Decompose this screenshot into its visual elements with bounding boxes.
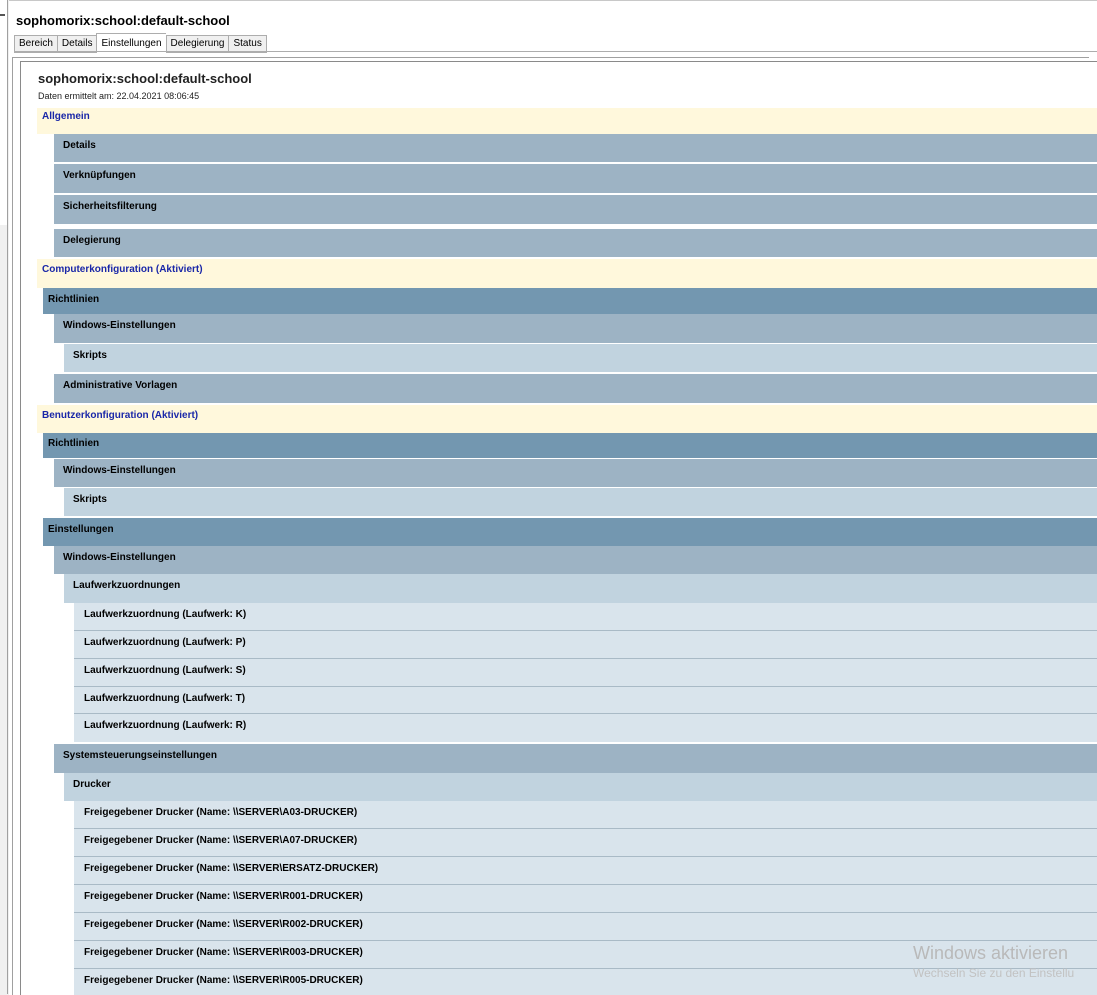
tab-bar: Bereich Details Einstellungen Delegierun… [14, 33, 267, 53]
heading-richtlinien[interactable]: Richtlinien [43, 433, 1097, 458]
heading-einstellungen[interactable]: Einstellungen [43, 518, 1097, 546]
heading-windows-einstellungen[interactable]: Windows-Einstellungen [54, 546, 1097, 574]
tab-einstellungen[interactable]: Einstellungen [96, 33, 166, 53]
shared-printer-item[interactable]: Freigegebener Drucker (Name: \\SERVER\A0… [74, 801, 1097, 829]
drive-mapping-item[interactable]: Laufwerkzuordnung (Laufwerk: R) [74, 714, 1097, 742]
section-computerkonfiguration[interactable]: Computerkonfiguration (Aktiviert) [37, 259, 1097, 288]
activation-watermark-text: Wechseln Sie zu den Einstellu [913, 966, 1075, 980]
section-allgemein[interactable]: Allgemein [37, 108, 1097, 134]
heading-skripts[interactable]: Skripts [64, 488, 1097, 516]
shared-printer-item[interactable]: Freigegebener Drucker (Name: \\SERVER\ER… [74, 857, 1097, 885]
drive-mapping-item[interactable]: Laufwerkzuordnung (Laufwerk: P) [74, 631, 1097, 659]
tab-divider [14, 51, 1097, 52]
drive-mapping-item[interactable]: Laufwerkzuordnung (Laufwerk: K) [74, 603, 1097, 631]
section-benutzerkonfiguration[interactable]: Benutzerkonfiguration (Aktiviert) [37, 405, 1097, 433]
heading-systemsteuerungseinstellungen[interactable]: Systemsteuerungseinstellungen [54, 744, 1097, 773]
tree-pane-edge [0, 0, 8, 225]
tree-pane-lower-edge [0, 225, 8, 994]
window-title: sophomorix:school:default-school [16, 13, 230, 28]
settings-report[interactable]: sophomorix:school:default-school Daten e… [20, 61, 1097, 995]
drive-mapping-item[interactable]: Laufwerkzuordnung (Laufwerk: S) [74, 659, 1097, 687]
left-pane-edge [0, 0, 9, 994]
heading-details[interactable]: Details [54, 134, 1097, 162]
heading-richtlinien[interactable]: Richtlinien [43, 288, 1097, 314]
shared-printer-item[interactable]: Freigegebener Drucker (Name: \\SERVER\R0… [74, 885, 1097, 913]
heading-laufwerkzuordnungen[interactable]: Laufwerkzuordnungen [64, 574, 1097, 603]
report-date: Daten ermittelt am: 22.04.2021 08:06:45 [38, 91, 200, 101]
report-title: sophomorix:school:default-school [38, 71, 252, 86]
collapse-marker-icon [0, 14, 5, 16]
heading-skripts[interactable]: Skripts [64, 344, 1097, 372]
shared-printer-item[interactable]: Freigegebener Drucker (Name: \\SERVER\R0… [74, 913, 1097, 941]
heading-windows-einstellungen[interactable]: Windows-Einstellungen [54, 314, 1097, 343]
heading-sicherheitsfilterung[interactable]: Sicherheitsfilterung [54, 195, 1097, 224]
heading-verknuepfungen[interactable]: Verknüpfungen [54, 164, 1097, 193]
shared-printer-item[interactable]: Freigegebener Drucker (Name: \\SERVER\A0… [74, 829, 1097, 857]
heading-delegierung[interactable]: Delegierung [54, 229, 1097, 257]
activation-watermark-title: Windows aktivieren [913, 943, 1069, 963]
heading-windows-einstellungen[interactable]: Windows-Einstellungen [54, 459, 1097, 487]
heading-drucker[interactable]: Drucker [64, 773, 1097, 801]
heading-administrative-vorlagen[interactable]: Administrative Vorlagen [54, 374, 1097, 403]
drive-mapping-item[interactable]: Laufwerkzuordnung (Laufwerk: T) [74, 687, 1097, 714]
